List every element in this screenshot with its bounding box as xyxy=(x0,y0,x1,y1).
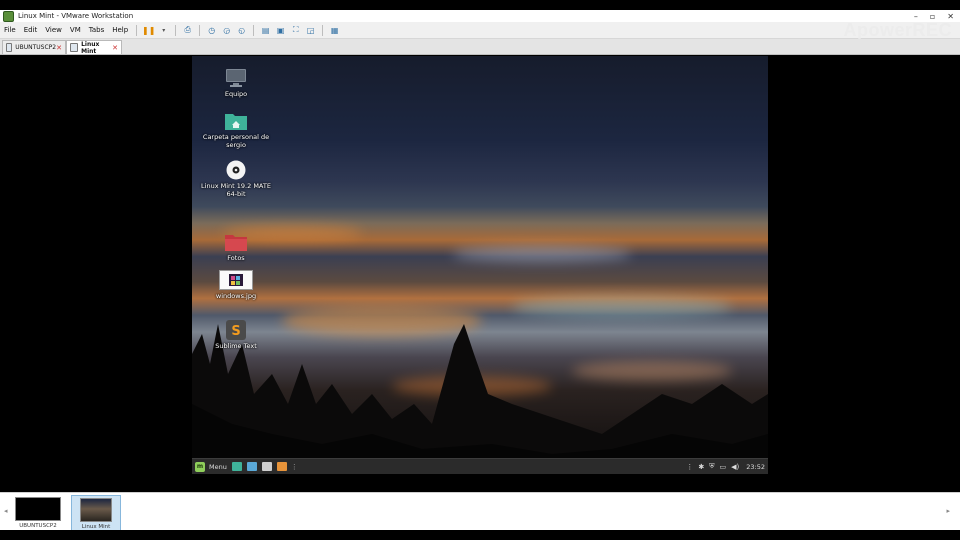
show-desktop-icon[interactable] xyxy=(231,462,242,471)
vm-tab-icon xyxy=(6,43,13,52)
sublime-text-icon: S xyxy=(226,320,246,340)
shield-icon[interactable]: ⛨ xyxy=(709,462,714,471)
file-manager-icon[interactable] xyxy=(246,462,257,471)
thumbnail-ubuntuscp2[interactable]: UBUNTUSCP2 xyxy=(15,497,61,530)
chevron-down-icon[interactable]: ▾ xyxy=(158,25,169,36)
vmware-window: Linux Mint - VMware Workstation – ▫ ✕ Fi… xyxy=(0,10,960,534)
letterbox-bottom xyxy=(0,530,960,540)
mate-panel: m Menu ⋮ ⋮ ✱ ⛨ ▭ ◀) 23:52 xyxy=(192,458,768,474)
close-icon[interactable]: ✕ xyxy=(112,44,118,52)
menu-view[interactable]: View xyxy=(41,26,66,34)
menu-help[interactable]: Help xyxy=(108,26,132,34)
bluetooth-icon[interactable]: ✱ xyxy=(698,463,704,471)
thumbnail-screen xyxy=(15,497,61,521)
toolbar-separator xyxy=(199,24,201,36)
toolbar-separator xyxy=(175,24,177,36)
unity-icon[interactable]: ◲ xyxy=(305,25,316,36)
vm-display[interactable]: Equipo Carpeta personal de sergio Linux … xyxy=(192,56,768,474)
toolbar-separator xyxy=(322,24,324,36)
tab-label: Linux Mint xyxy=(81,40,100,55)
show-library-icon[interactable]: ▤ xyxy=(260,25,271,36)
scroll-right-icon[interactable]: ▸ xyxy=(946,507,950,515)
recorder-watermark: ApowerREC xyxy=(843,20,952,40)
desktop-icon-equipo[interactable]: Equipo xyxy=(196,68,276,99)
desktop-icon-home-folder[interactable]: Carpeta personal de sergio xyxy=(196,111,276,150)
mouse-pointer-icon xyxy=(261,462,272,471)
snapshot-manager-icon[interactable]: ◵ xyxy=(236,25,247,36)
thumbnail-label: UBUNTUSCP2 xyxy=(19,523,57,529)
svg-text:S: S xyxy=(231,324,240,339)
desktop-icon-label: Fotos xyxy=(227,254,245,262)
forest-silhouette xyxy=(192,324,768,474)
menu-tabs[interactable]: Tabs xyxy=(85,26,109,34)
thumbnail-bar-icon[interactable]: ▣ xyxy=(275,25,286,36)
snapshot-icon[interactable]: ◷ xyxy=(206,25,217,36)
toolbar-separator xyxy=(136,24,138,36)
pause-icon[interactable]: ❚❚ xyxy=(142,25,155,36)
image-file-icon xyxy=(219,270,253,290)
desktop-icon-label: Carpeta personal de sergio xyxy=(202,133,270,149)
tray-separator-icon: ⋮ xyxy=(686,462,694,471)
network-icon[interactable]: ▭ xyxy=(720,463,727,471)
menu-vm[interactable]: VM xyxy=(66,26,85,34)
home-folder-icon xyxy=(225,114,247,130)
tab-bar: UBUNTUSCP2 ✕ Linux Mint ✕ xyxy=(0,39,960,55)
desktop-icon-install-disc[interactable]: Linux Mint 19.2 MATE 64-bit xyxy=(196,160,276,199)
vm-tab-icon xyxy=(70,43,79,52)
folder-icon xyxy=(225,235,247,251)
fog-glow xyxy=(452,246,632,262)
desktop-icon-label: Equipo xyxy=(224,90,248,98)
desktop-icon-windows-jpg[interactable]: windows.jpg xyxy=(196,270,276,301)
title-bar: Linux Mint - VMware Workstation – ▫ ✕ xyxy=(0,10,960,22)
full-screen-icon[interactable]: ⛶ xyxy=(290,25,301,36)
system-tray: ⋮ ✱ ⛨ ▭ ◀) 23:52 xyxy=(686,462,765,471)
close-icon[interactable]: ✕ xyxy=(56,44,62,52)
thumbnail-screen xyxy=(80,498,112,522)
letterbox-top xyxy=(0,0,960,10)
revert-snapshot-icon[interactable]: ◶ xyxy=(221,25,232,36)
scroll-left-icon[interactable]: ◂ xyxy=(4,507,8,515)
disc-icon xyxy=(226,160,246,180)
tab-linux-mint[interactable]: Linux Mint ✕ xyxy=(66,40,122,55)
thumbnail-linux-mint[interactable]: Linux Mint xyxy=(71,495,121,534)
toolbar-separator xyxy=(253,24,255,36)
computer-icon xyxy=(226,69,246,87)
vmware-logo-icon xyxy=(3,10,14,22)
menu-button[interactable]: Menu xyxy=(209,463,227,471)
tab-label: UBUNTUSCP2 xyxy=(15,44,57,51)
desktop-icon-label: Linux Mint 19.2 MATE 64-bit xyxy=(201,182,271,198)
console-view-icon[interactable]: ▦ xyxy=(329,25,340,36)
desktop-icon-label: windows.jpg xyxy=(215,292,257,300)
volume-icon[interactable]: ◀) xyxy=(731,463,739,471)
desktop-icon-label: Sublime Text xyxy=(215,342,257,350)
tab-ubuntuscp2[interactable]: UBUNTUSCP2 ✕ xyxy=(2,40,66,54)
panel-clock[interactable]: 23:52 xyxy=(746,463,765,471)
mint-menu-icon[interactable]: m xyxy=(195,461,205,472)
window-title: Linux Mint - VMware Workstation xyxy=(18,12,134,20)
panel-separator-icon: ⋮ xyxy=(290,462,298,471)
menu-bar: File Edit View VM Tabs Help ❚❚ ▾ ⎙ ◷ ◶ ◵… xyxy=(0,20,960,40)
desktop-icon-sublime-text[interactable]: S Sublime Text xyxy=(196,320,276,351)
menu-file[interactable]: File xyxy=(0,26,20,34)
sublime-text-launcher-icon[interactable] xyxy=(276,462,287,471)
send-ctrl-alt-del-icon[interactable]: ⎙ xyxy=(182,25,193,36)
desktop-icon-fotos[interactable]: Fotos xyxy=(196,232,276,263)
thumbnail-bar: ◂ UBUNTUSCP2 Linux Mint ▸ xyxy=(0,492,960,534)
menu-edit[interactable]: Edit xyxy=(20,26,42,34)
